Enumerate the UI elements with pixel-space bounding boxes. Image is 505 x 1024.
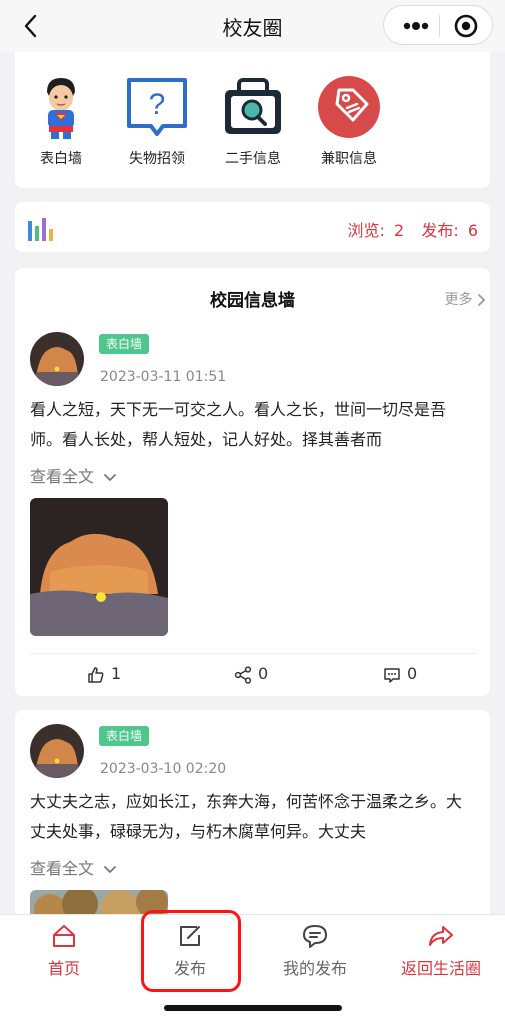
comment-button[interactable]: 0 xyxy=(383,664,417,684)
divider xyxy=(30,653,476,654)
home-indicator xyxy=(164,1005,342,1011)
bag-search-icon xyxy=(225,78,281,134)
chevron-right-icon xyxy=(478,294,486,306)
question-bubble-icon: ? xyxy=(127,78,187,136)
tab-my-posts[interactable]: 我的发布 xyxy=(255,923,375,979)
posts-count: 6 xyxy=(467,221,478,240)
target-close-icon[interactable] xyxy=(454,14,478,38)
post-time: 2023-03-11 01:51 xyxy=(100,369,227,385)
superhero-icon xyxy=(47,78,75,139)
views-count: 2 xyxy=(394,221,405,240)
highlight-frame xyxy=(141,910,241,992)
expand-link[interactable]: 查看全文 xyxy=(30,463,117,487)
expand-label: 查看全文 xyxy=(30,467,95,486)
info-wall-card: 校园信息墙 更多 表白墙 2023-03-11 01:51 看人之短，天下无一可… xyxy=(15,268,490,696)
quick-links-card: 表白墙 ? 失物招领 二手信息 兼职信息 xyxy=(15,52,490,188)
avatar-sunset-image xyxy=(30,724,84,778)
chevron-down-icon xyxy=(104,473,117,481)
bar-chart-icon xyxy=(28,218,53,241)
sunset-photo xyxy=(30,498,168,636)
post-image[interactable] xyxy=(30,498,168,636)
comment-icon xyxy=(384,667,400,683)
chevron-down-icon xyxy=(104,865,117,873)
wall-more-link[interactable]: 更多 xyxy=(445,289,486,309)
post-time: 2023-03-10 02:20 xyxy=(100,761,227,777)
expand-label: 查看全文 xyxy=(30,859,95,878)
tab-label: 首页 xyxy=(47,959,80,978)
category-tag: 表白墙 xyxy=(99,726,150,746)
mini-program-capsule xyxy=(383,5,493,45)
price-tag-icon xyxy=(318,76,380,138)
comment-count: 0 xyxy=(407,664,418,683)
post-content: 看人之短，天下无一可交之人。看人之长，世间一切尽是吾师。看人长处，帮人短处，记人… xyxy=(30,400,447,449)
expand-link[interactable]: 查看全文 xyxy=(30,855,117,879)
share-button[interactable]: 0 xyxy=(234,664,268,684)
home-icon xyxy=(53,925,75,947)
tab-label: 我的发布 xyxy=(282,959,347,978)
posts-label: 发布: xyxy=(421,221,459,240)
quick-link-lost-and-found[interactable]: ? 失物招领 xyxy=(111,74,203,168)
more-dots-icon[interactable] xyxy=(402,17,430,35)
nav-bar: 校友圈 xyxy=(0,0,505,52)
stats-text: 浏览: 2 发布: 6 xyxy=(336,217,478,241)
tab-label: 返回生活圈 xyxy=(400,959,481,978)
share-arrow-icon xyxy=(429,926,453,946)
views-label: 浏览: xyxy=(347,221,385,240)
quick-link-label: 表白墙 xyxy=(40,151,82,167)
share-count: 0 xyxy=(258,664,269,683)
category-tag: 表白墙 xyxy=(99,334,150,354)
tab-home[interactable]: 首页 xyxy=(4,923,124,979)
quick-link-confession-wall[interactable]: 表白墙 xyxy=(15,74,107,168)
post-content: 大丈夫之志，应如长江，东奔大海，何苦怀念于温柔之乡。大丈夫处事，碌碌无为，与朽木… xyxy=(30,792,463,841)
quick-link-label: 失物招领 xyxy=(129,151,185,167)
quick-link-second-hand[interactable]: 二手信息 xyxy=(207,74,299,168)
capsule-divider xyxy=(439,15,440,37)
svg-text:?: ? xyxy=(149,88,166,121)
avatar-sunset-image xyxy=(30,332,84,386)
tab-back-to-life[interactable]: 返回生活圈 xyxy=(381,923,501,979)
wall-more-label: 更多 xyxy=(444,292,473,308)
stats-card: 浏览: 2 发布: 6 xyxy=(15,202,490,252)
chat-bubble-icon xyxy=(303,925,327,948)
thumbs-up-icon xyxy=(88,666,104,683)
quick-link-label: 二手信息 xyxy=(225,151,281,167)
quick-link-part-time[interactable]: 兼职信息 xyxy=(303,74,395,168)
share-icon xyxy=(234,665,252,684)
like-button[interactable]: 1 xyxy=(87,664,121,684)
avatar[interactable] xyxy=(30,724,84,778)
quick-link-label: 兼职信息 xyxy=(321,151,377,167)
wall-title: 校园信息墙 xyxy=(210,291,295,311)
avatar[interactable] xyxy=(30,332,84,386)
like-count: 1 xyxy=(111,664,122,683)
